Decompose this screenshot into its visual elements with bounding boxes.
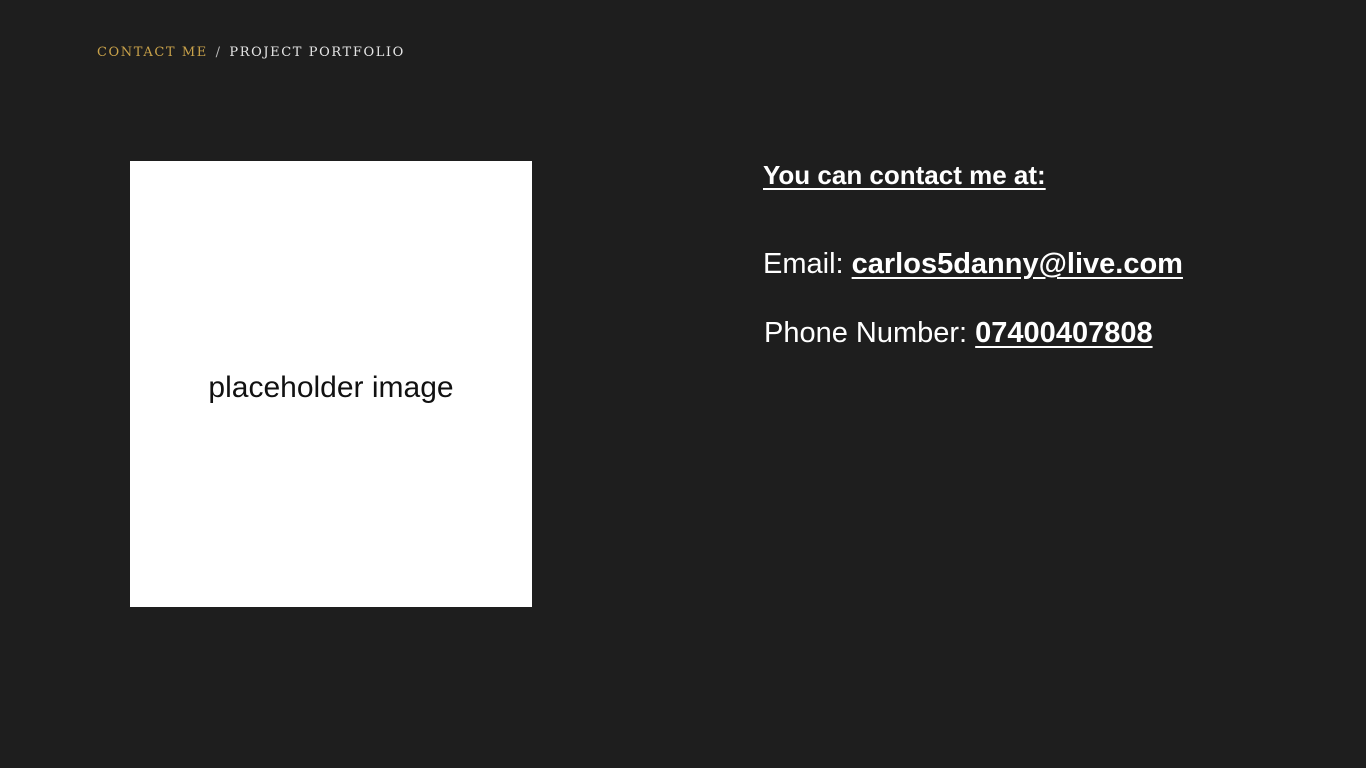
phone-link[interactable]: 07400407808 [975,317,1152,349]
email-link[interactable]: carlos5danny@live.com [852,248,1183,280]
phone-row: Phone Number: 07400407808 [764,317,1153,350]
breadcrumb-current: Contact Me [97,45,208,60]
contact-heading: You can contact me at: [763,160,1046,190]
phone-label: Phone Number: [764,317,976,349]
email-row: Email: carlos5danny@live.com [763,248,1183,281]
breadcrumb-link-project-portfolio[interactable]: Project Portfolio [229,45,405,60]
email-label: Email: [763,248,852,280]
breadcrumb: Contact Me / Project Portfolio [97,45,405,60]
contact-section: You can contact me at: Email: carlos5dan… [763,160,1183,349]
placeholder-image: placeholder image [130,161,532,607]
placeholder-image-caption: placeholder image [208,371,454,404]
breadcrumb-separator: / [215,45,222,60]
